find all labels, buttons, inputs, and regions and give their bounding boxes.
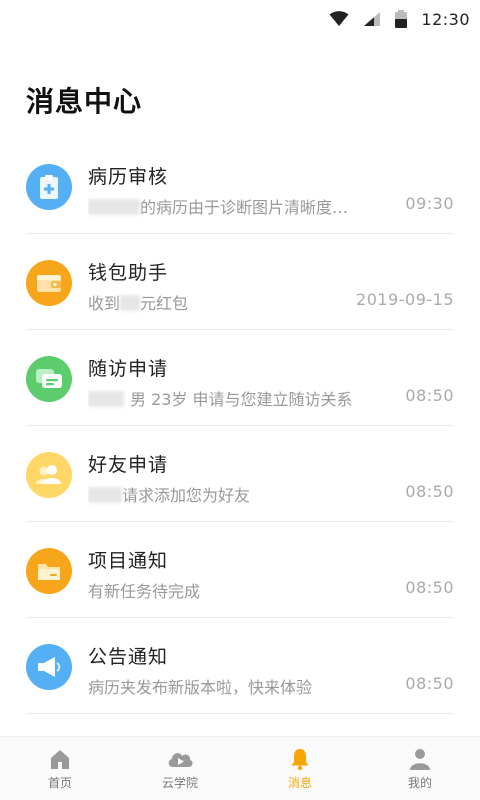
message-time: 08:50 [405,386,454,405]
cloud-play-icon [168,753,193,767]
tab-label: 我的 [407,776,432,790]
message-preview: 的病历由于诊断图片清晰度… [88,194,378,218]
message-preview: 请求添加您为好友 [88,482,378,506]
friends-icon [26,452,72,498]
message-list: 病历审核 的病历由于诊断图片清晰度… 09:30 钱包助手 收到 元红包 2019… [0,138,480,714]
megaphone-icon [26,644,72,690]
message-title: 病历审核 [88,166,169,188]
message-preview: 有新任务待完成 [88,582,201,601]
redacted-name [88,391,124,407]
message-time: 08:50 [405,674,454,693]
tab-home[interactable]: 首页 [0,737,120,800]
message-item-friend-request[interactable]: 好友申请 请求添加您为好友 08:50 [26,426,454,522]
battery-icon [395,10,408,28]
page-title: 消息中心 [26,85,143,118]
tab-label: 首页 [47,776,72,790]
status-bar: 12:30 [0,0,480,38]
tab-messages[interactable]: 消息 [240,737,360,800]
message-time: 08:50 [405,482,454,501]
wallet-icon [26,260,72,306]
home-icon [51,750,69,769]
message-title: 公告通知 [88,646,169,668]
medical-record-icon [26,164,72,210]
folder-icon [26,548,72,594]
redacted-amount [120,295,141,311]
status-time: 12:30 [421,9,470,29]
message-item-medical-review[interactable]: 病历审核 的病历由于诊断图片清晰度… 09:30 [26,138,454,234]
message-title: 好友申请 [88,454,169,476]
message-time: 2019-09-15 [356,290,454,309]
user-icon [410,749,430,770]
message-title: 项目通知 [88,550,169,572]
redacted-name [88,487,122,503]
message-preview: 病历夹发布新版本啦，快来体验 [88,678,313,697]
tab-label: 消息 [287,776,312,790]
message-time: 08:50 [405,578,454,597]
tab-mine[interactable]: 我的 [360,737,480,800]
tab-label: 云学院 [161,776,198,790]
tab-cloud-academy[interactable]: 云学院 [120,737,240,800]
message-item-wallet[interactable]: 钱包助手 收到 元红包 2019-09-15 [26,234,454,330]
chat-icon [26,356,72,402]
message-title: 随访申请 [88,358,169,380]
bottom-tab-bar: 首页 云学院 消息 我的 [0,736,480,800]
message-item-announcement[interactable]: 公告通知 病历夹发布新版本啦，快来体验 08:50 [26,618,454,714]
wifi-icon [329,11,349,26]
signal-icon [364,12,381,26]
message-title: 钱包助手 [88,262,169,284]
bell-icon [291,749,309,771]
message-item-followup[interactable]: 随访申请 男 23岁 申请与您建立随访关系 08:50 [26,330,454,426]
message-time: 09:30 [405,194,454,213]
message-preview: 收到 元红包 [88,294,189,313]
redacted-name [88,199,140,215]
message-preview: 男 23岁 申请与您建立随访关系 [88,386,378,410]
message-item-project[interactable]: 项目通知 有新任务待完成 08:50 [26,522,454,618]
